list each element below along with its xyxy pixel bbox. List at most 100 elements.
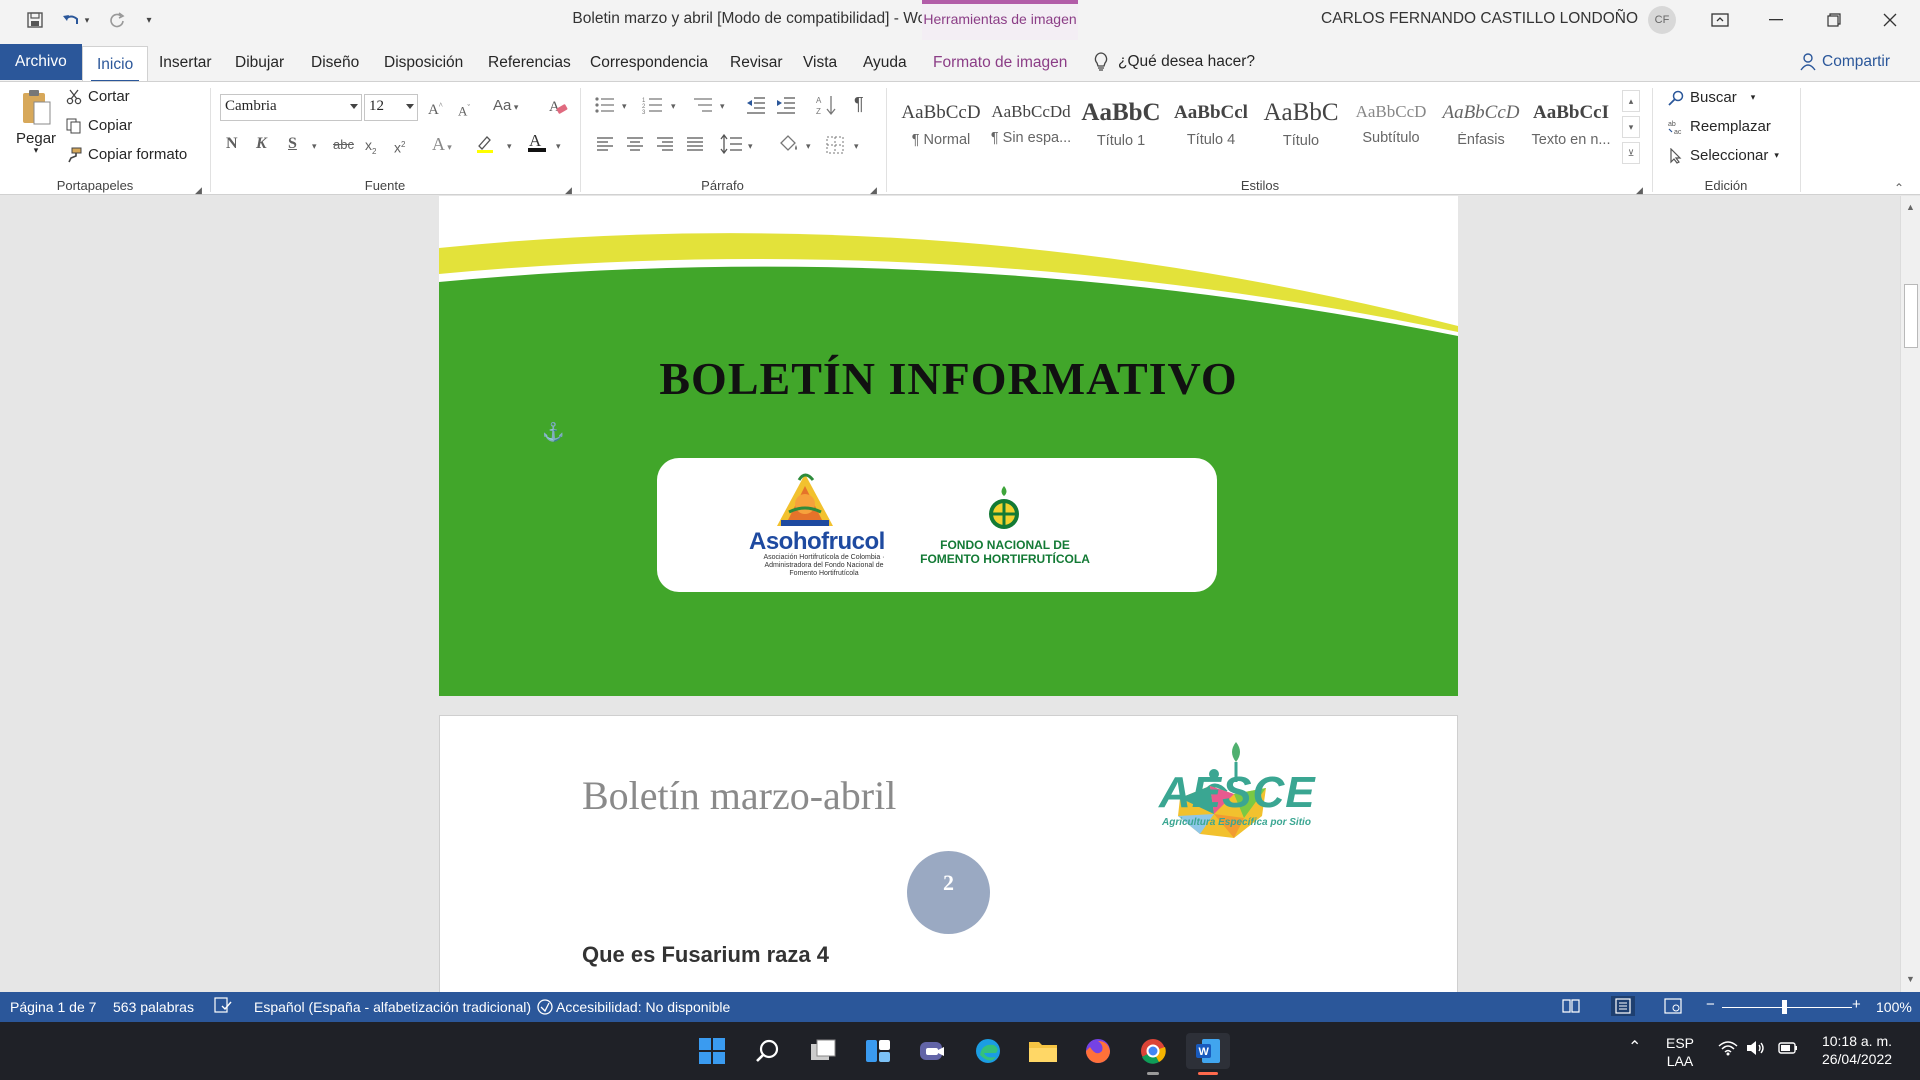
tab-diseno[interactable]: Diseño bbox=[297, 46, 373, 80]
ribbon-display-options-icon[interactable] bbox=[1692, 0, 1748, 40]
style-titulo-1[interactable]: AaBbC Título 1 bbox=[1078, 96, 1164, 160]
close-icon[interactable] bbox=[1862, 0, 1918, 40]
word-count[interactable]: 563 palabras bbox=[113, 999, 194, 1015]
line-spacing-icon[interactable] bbox=[720, 134, 744, 154]
search-icon[interactable] bbox=[750, 1033, 786, 1069]
tab-disposicion[interactable]: Disposición bbox=[370, 46, 477, 80]
web-layout-icon[interactable] bbox=[1664, 998, 1682, 1014]
style-normal[interactable]: AaBbCcD ¶ Normal bbox=[898, 96, 984, 160]
task-view-icon[interactable] bbox=[805, 1033, 841, 1069]
subscript-icon[interactable]: x2 bbox=[365, 135, 376, 162]
sort-icon[interactable]: AZ bbox=[816, 94, 836, 116]
align-center-icon[interactable] bbox=[626, 136, 644, 152]
shading-dropdown-icon[interactable]: ▾ bbox=[806, 136, 811, 156]
styles-more-icon[interactable]: ⊻ bbox=[1622, 142, 1640, 164]
grow-font-icon[interactable]: A^ bbox=[428, 96, 443, 120]
text-effects-icon[interactable]: A ▾ bbox=[432, 134, 452, 157]
clear-formatting-icon[interactable]: A bbox=[548, 96, 568, 116]
font-color-dropdown-icon[interactable]: ▾ bbox=[556, 136, 561, 156]
minimize-icon[interactable] bbox=[1748, 0, 1804, 40]
increase-indent-icon[interactable] bbox=[776, 96, 796, 114]
styles-scroll-up-icon[interactable]: ▴ bbox=[1622, 90, 1640, 112]
bullets-dropdown-icon[interactable]: ▾ bbox=[622, 96, 627, 116]
cover-page[interactable]: BOLETÍN INFORMATIVO ⚓ Asohofrucol Asocia… bbox=[439, 196, 1458, 696]
numbering-icon[interactable]: 123 bbox=[642, 96, 664, 114]
tab-formato-de-imagen[interactable]: Formato de imagen bbox=[919, 46, 1081, 80]
style-titulo-4[interactable]: AaBbCcl Título 4 bbox=[1168, 96, 1254, 160]
find-button[interactable]: Buscar ▾ bbox=[1668, 89, 1755, 106]
show-formatting-marks-icon[interactable]: ¶ bbox=[854, 94, 864, 114]
bullets-icon[interactable] bbox=[594, 96, 616, 114]
paste-dropdown-icon[interactable]: ▾ bbox=[34, 145, 39, 156]
underline-dropdown-icon[interactable]: ▾ bbox=[312, 136, 317, 156]
scrollbar-thumb[interactable] bbox=[1904, 284, 1918, 348]
tab-referencias[interactable]: Referencias bbox=[474, 46, 585, 80]
italic-button[interactable]: K bbox=[256, 134, 267, 154]
volume-icon[interactable] bbox=[1746, 1040, 1766, 1056]
change-case-icon[interactable]: Aa ▾ bbox=[493, 96, 518, 117]
wifi-icon[interactable] bbox=[1718, 1040, 1738, 1056]
styles-scroll-down-icon[interactable]: ▾ bbox=[1622, 116, 1640, 138]
highlight-dropdown-icon[interactable]: ▾ bbox=[507, 136, 512, 156]
anchor-icon[interactable]: ⚓ bbox=[542, 422, 564, 443]
borders-dropdown-icon[interactable]: ▾ bbox=[854, 136, 859, 156]
zoom-in-icon[interactable]: + bbox=[1852, 996, 1861, 1013]
style-subtitulo[interactable]: AaBbCcD Subtítulo bbox=[1348, 96, 1434, 160]
proofing-icon[interactable] bbox=[214, 997, 232, 1013]
format-painter-button[interactable]: Copiar formato bbox=[66, 146, 187, 163]
tab-inicio[interactable]: Inicio bbox=[82, 46, 149, 83]
user-name[interactable]: CARLOS FERNANDO CASTILLO LONDOÑO bbox=[1321, 10, 1638, 28]
font-size-combo[interactable]: 12 bbox=[364, 94, 418, 121]
justify-icon[interactable] bbox=[686, 136, 704, 152]
superscript-icon[interactable]: x2 bbox=[394, 135, 405, 158]
restore-icon[interactable] bbox=[1806, 0, 1862, 40]
word-taskbar-icon[interactable]: W bbox=[1186, 1033, 1230, 1069]
align-left-icon[interactable] bbox=[596, 136, 614, 152]
zoom-slider[interactable] bbox=[1722, 1007, 1852, 1008]
teams-chat-icon[interactable] bbox=[915, 1033, 951, 1069]
highlight-color-icon[interactable] bbox=[475, 134, 497, 154]
style-texto-en-negrita[interactable]: AaBbCcI Texto en n... bbox=[1528, 96, 1614, 160]
copy-button[interactable]: Copiar bbox=[66, 117, 132, 134]
shrink-font-icon[interactable]: Aˇ bbox=[458, 98, 470, 121]
multilevel-list-icon[interactable] bbox=[692, 96, 714, 114]
input-language-indicator[interactable]: ESP LAA bbox=[1666, 1034, 1694, 1070]
replace-button[interactable]: ab ac Reemplazar bbox=[1668, 118, 1771, 135]
print-layout-icon[interactable] bbox=[1611, 996, 1635, 1016]
multilevel-dropdown-icon[interactable]: ▾ bbox=[720, 96, 725, 116]
style-titulo[interactable]: AaBbC Título bbox=[1258, 96, 1344, 160]
tab-vista[interactable]: Vista bbox=[789, 46, 851, 80]
bold-button[interactable]: N bbox=[226, 134, 238, 154]
tab-revisar[interactable]: Revisar bbox=[716, 46, 797, 80]
firefox-icon[interactable] bbox=[1080, 1033, 1116, 1069]
decrease-indent-icon[interactable] bbox=[746, 96, 766, 114]
tab-archivo[interactable]: Archivo bbox=[0, 44, 82, 80]
battery-icon[interactable] bbox=[1776, 1040, 1798, 1056]
chevron-up-icon[interactable]: ⌃ bbox=[1628, 1039, 1641, 1057]
language-status[interactable]: Español (España - alfabetización tradici… bbox=[254, 999, 531, 1015]
share-button[interactable]: Compartir bbox=[1800, 53, 1890, 71]
shading-icon[interactable] bbox=[778, 134, 800, 154]
vertical-scrollbar[interactable]: ▲ ▼ bbox=[1900, 196, 1920, 992]
tab-dibujar[interactable]: Dibujar bbox=[221, 46, 298, 80]
widgets-icon[interactable] bbox=[860, 1033, 896, 1069]
page-count[interactable]: Página 1 de 7 bbox=[10, 999, 96, 1015]
cut-button[interactable]: Cortar bbox=[66, 88, 130, 105]
collapse-ribbon-icon[interactable]: ⌃ bbox=[1894, 178, 1904, 198]
zoom-level[interactable]: 100% bbox=[1876, 999, 1912, 1015]
scroll-up-icon[interactable]: ▲ bbox=[1906, 202, 1915, 212]
select-button[interactable]: Seleccionar ▾ bbox=[1668, 147, 1779, 164]
logos-card[interactable]: Asohofrucol Asociación Hortifrutícola de… bbox=[657, 458, 1217, 592]
zoom-out-icon[interactable]: − bbox=[1706, 996, 1715, 1013]
style-enfasis[interactable]: AaBbCcD Énfasis bbox=[1438, 96, 1524, 160]
document-canvas[interactable]: BOLETÍN INFORMATIVO ⚓ Asohofrucol Asocia… bbox=[0, 196, 1900, 992]
read-mode-icon[interactable] bbox=[1562, 998, 1580, 1014]
clock[interactable]: 10:18 a. m. 26/04/2022 bbox=[1812, 1032, 1902, 1068]
strikethrough-button[interactable]: abc bbox=[333, 135, 354, 155]
style-sin-espaciado[interactable]: AaBbCcDd ¶ Sin espa... bbox=[988, 96, 1074, 160]
tab-correspondencia[interactable]: Correspondencia bbox=[576, 46, 722, 80]
tell-me-search[interactable]: ¿Qué desea hacer? bbox=[1094, 52, 1255, 72]
numbering-dropdown-icon[interactable]: ▾ bbox=[671, 96, 676, 116]
borders-icon[interactable] bbox=[826, 136, 844, 154]
line-spacing-dropdown-icon[interactable]: ▾ bbox=[748, 136, 753, 156]
